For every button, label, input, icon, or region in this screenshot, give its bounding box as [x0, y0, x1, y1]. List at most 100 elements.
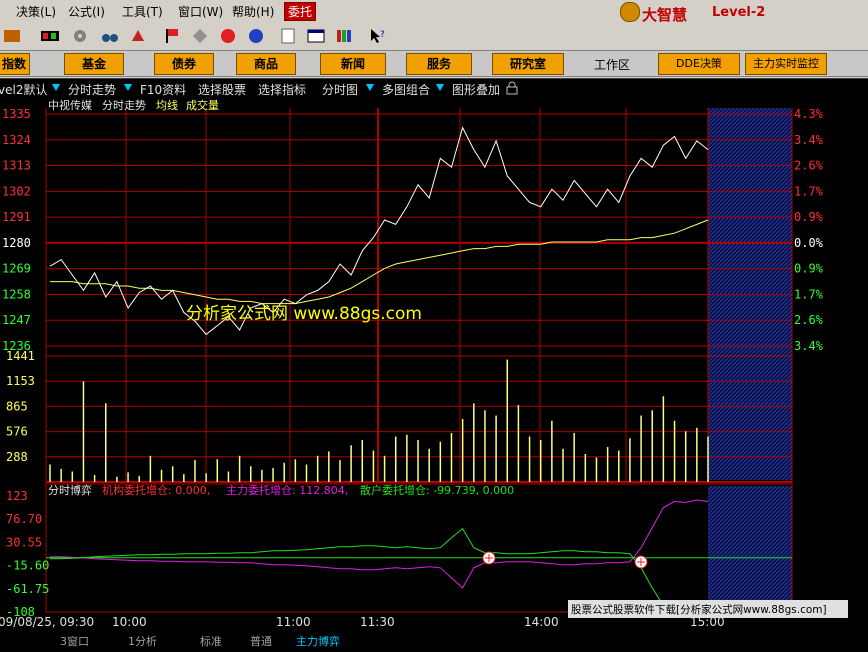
- price-tick-label: 1313: [2, 159, 31, 173]
- menu-item-trade[interactable]: 委托: [284, 2, 317, 21]
- dazhihui-logo-icon: [620, 2, 640, 22]
- help-pointer-icon[interactable]: ?: [368, 27, 388, 45]
- price-tick-label: 1291: [2, 210, 31, 224]
- status-tab-main-force[interactable]: 主力博弈: [296, 633, 340, 649]
- menu-item-formula[interactable]: 公式(I): [68, 3, 105, 20]
- nav-index-button[interactable]: 指数: [0, 53, 30, 75]
- percent-tick-label: 0.9%: [794, 262, 824, 276]
- nav-research-button[interactable]: 研究室: [492, 53, 564, 75]
- dropdown-arrow-icon[interactable]: [436, 84, 444, 91]
- menu-item-help[interactable]: 帮助(H): [232, 3, 274, 20]
- legend-retail: 散户委托增仓: -99.739, 0.000: [360, 483, 514, 497]
- time-tick-label: 10:00: [112, 615, 147, 629]
- cross-marker: [482, 551, 496, 565]
- dropdown-arrow-icon[interactable]: [124, 84, 132, 91]
- svg-text:?: ?: [380, 30, 385, 40]
- status-tab-analysis[interactable]: 1分析: [128, 633, 157, 649]
- nav-fund-button[interactable]: 基金: [64, 53, 124, 75]
- game-tick-label: 30.55: [6, 535, 42, 549]
- price-tick-label: 1335: [2, 107, 31, 121]
- nav-bond-button[interactable]: 债券: [154, 53, 214, 75]
- price-tick-label: 1269: [2, 262, 31, 276]
- percent-tick-label: 3.4%: [794, 339, 824, 353]
- game-panel-title: 分时博弈: [48, 483, 92, 497]
- intraday-chart: 中视传媒 分时走势 均线 成交量 1335 1324 1313 1302 1291 128…: [0, 98, 868, 632]
- cross-marker: [634, 555, 648, 569]
- percent-tick-label: 1.7%: [794, 287, 824, 301]
- watermark: 分析家公式网 www.88gs.com: [186, 304, 422, 324]
- blue-circle-icon[interactable]: [246, 27, 266, 45]
- chart-title-trend: 分时走势: [102, 99, 146, 112]
- tab-bar: vel2默认 分时走势 F10资料 选择股票 选择指标 分时图 多图组合 图形叠…: [0, 78, 868, 100]
- legend-avg-line: 均线: [156, 98, 178, 112]
- game-tick-label: -15.60: [6, 559, 49, 573]
- legend-volume: 成交量: [186, 98, 219, 112]
- tab-overlay[interactable]: 图形叠加: [452, 81, 500, 98]
- dde-decision-button[interactable]: DDE决策: [658, 53, 740, 75]
- status-tab-standard[interactable]: 标准: [200, 633, 222, 649]
- gear-icon[interactable]: [70, 27, 90, 45]
- tab-select-stock[interactable]: 选择股票: [198, 81, 246, 98]
- brand-edition: Level-2: [712, 5, 766, 20]
- volume-tick-label: 1441: [6, 349, 35, 363]
- stock-name: 中视传媒: [48, 98, 92, 112]
- document-icon[interactable]: [278, 27, 298, 45]
- legend-main-force: 主力委托增仓: 112.804,: [226, 483, 348, 497]
- workzone-label[interactable]: 工作区: [594, 56, 630, 73]
- percent-tick-label: 2.6%: [794, 159, 824, 173]
- time-tick-label: 11:30: [360, 615, 395, 629]
- window-icon[interactable]: [306, 27, 326, 45]
- tab-select-indicator[interactable]: 选择指标: [258, 81, 306, 98]
- price-tick-label: 1280: [2, 236, 31, 250]
- dropdown-arrow-icon[interactable]: [52, 84, 60, 91]
- diamond-icon[interactable]: [190, 27, 210, 45]
- percent-tick-label: 2.6%: [794, 313, 824, 327]
- tab-f10[interactable]: F10资料: [140, 81, 186, 98]
- back-icon[interactable]: [2, 27, 22, 45]
- lock-icon[interactable]: [506, 81, 518, 95]
- quote-board-icon[interactable]: [40, 27, 60, 45]
- tab-multi-chart[interactable]: 多图组合: [382, 81, 430, 98]
- game-tick-label: 76.70: [6, 512, 42, 526]
- volume-tick-label: 865: [6, 399, 28, 413]
- menu-bar: 决策(L) 公式(I) 工具(T) 窗口(W) 帮助(H) 委托 大智慧 Lev…: [0, 0, 868, 25]
- toolbar: ?: [0, 24, 868, 51]
- price-tick-label: 1247: [2, 313, 31, 327]
- bottom-banner-text: 股票公式股票软件下载[分析家公式网www.88gs.com]: [571, 603, 827, 616]
- percent-tick-label: 4.3%: [794, 107, 824, 121]
- tab-level2-default[interactable]: vel2默认: [0, 81, 47, 98]
- status-bar: 3窗口 1分析 标准 普通 主力博弈: [0, 632, 868, 652]
- brand-name: 大智慧: [642, 6, 688, 24]
- nav-service-button[interactable]: 服务: [406, 53, 472, 75]
- price-tick-label: 1324: [2, 133, 31, 147]
- time-tick-label: 11:00: [276, 615, 311, 629]
- volume-tick-label: 1153: [6, 374, 35, 388]
- alarm-icon[interactable]: [128, 27, 148, 45]
- menu-item-decision[interactable]: 决策(L): [16, 3, 56, 20]
- nav-commodity-button[interactable]: 商品: [236, 53, 296, 75]
- time-tick-label: 14:00: [524, 615, 559, 629]
- volume-tick-label: 576: [6, 425, 28, 439]
- menu-item-tools[interactable]: 工具(T): [122, 3, 163, 20]
- red-circle-icon[interactable]: [218, 27, 238, 45]
- tab-intraday-chart[interactable]: 分时图: [322, 81, 358, 98]
- status-tab-windows[interactable]: 3窗口: [60, 633, 89, 649]
- status-tab-normal[interactable]: 普通: [250, 633, 272, 649]
- binoculars-icon[interactable]: [100, 27, 120, 45]
- flag-icon[interactable]: [162, 27, 182, 45]
- books-icon[interactable]: [334, 27, 354, 45]
- volume-tick-label: 288: [6, 450, 28, 464]
- nav-bar: 指数 基金 债券 商品 新闻 服务 研究室 DDE决策 主力实时监控: [0, 51, 868, 77]
- percent-tick-label: 0.9%: [794, 210, 824, 224]
- legend-institution: 机构委托增仓: 0.000,: [102, 483, 210, 497]
- future-time-area: [708, 486, 792, 613]
- time-tick-label: 09/08/25, 09:30: [0, 615, 94, 629]
- main-force-monitor-button[interactable]: 主力实时监控: [745, 53, 827, 75]
- game-tick-label: -61.75: [6, 582, 49, 596]
- nav-news-button[interactable]: 新闻: [320, 53, 386, 75]
- tab-intraday[interactable]: 分时走势: [68, 81, 116, 98]
- percent-tick-label: 0.0%: [794, 236, 824, 250]
- dropdown-arrow-icon[interactable]: [366, 84, 374, 91]
- percent-tick-label: 1.7%: [794, 184, 824, 198]
- menu-item-window[interactable]: 窗口(W): [178, 3, 223, 20]
